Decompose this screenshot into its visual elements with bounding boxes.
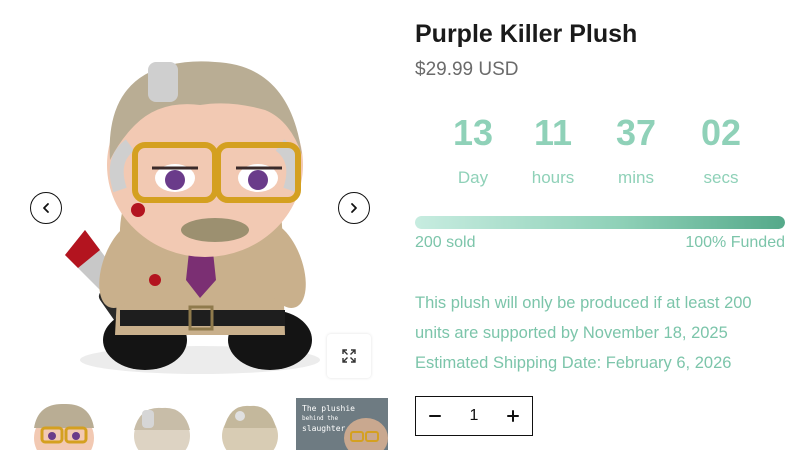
zoom-image-button[interactable]: [327, 334, 371, 378]
product-gallery: The plushie behind the slaughter: [0, 0, 400, 450]
minus-icon: [429, 415, 441, 417]
countdown-mins: 37 mins: [591, 110, 681, 188]
plus-icon: [507, 410, 519, 422]
thumbnail-2[interactable]: [112, 398, 204, 450]
funded-percent: 100% Funded: [685, 234, 785, 251]
quantity-stepper: [415, 396, 533, 436]
production-notice: This plush will only be produced if at l…: [415, 288, 800, 378]
product-title: Purple Killer Plush: [415, 20, 638, 48]
countdown-timer: 13 Day 11 hours 37 mins 02 secs: [415, 110, 785, 200]
shipping-date: Estimated Shipping Date: February 6, 202…: [415, 354, 732, 372]
notice-line-1: This plush will only be produced if at l…: [415, 294, 752, 312]
thumbnail-3[interactable]: [204, 398, 296, 450]
product-info: Purple Killer Plush $29.99 USD 13 Day 11…: [415, 0, 800, 450]
units-sold: 200 sold: [415, 234, 476, 251]
countdown-days-value: 13: [452, 112, 494, 153]
chevron-right-icon: [351, 203, 357, 213]
countdown-mins-value: 37: [615, 112, 657, 153]
countdown-hours-label: hours: [531, 168, 575, 187]
notice-line-2: units are supported by November 18, 2025: [415, 324, 728, 342]
countdown-days-label: Day: [457, 168, 489, 187]
decrease-quantity-button[interactable]: [416, 397, 454, 435]
thumbnail-1[interactable]: [18, 398, 110, 450]
product-main-image: [40, 40, 360, 385]
countdown-hours-value: 11: [533, 112, 573, 153]
countdown-days: 13 Day: [428, 110, 518, 188]
countdown-secs-value: 02: [700, 112, 742, 153]
countdown-mins-label: mins: [618, 168, 654, 187]
product-price: $29.99 USD: [415, 59, 519, 80]
previous-image-button[interactable]: [30, 192, 62, 224]
quantity-input[interactable]: [456, 397, 492, 435]
funding-progress-bar: [415, 216, 785, 229]
funding-progress-fill: [415, 216, 785, 229]
chevron-left-icon: [43, 203, 49, 213]
countdown-secs: 02 secs: [676, 110, 766, 188]
next-image-button[interactable]: [338, 192, 370, 224]
increase-quantity-button[interactable]: [494, 397, 532, 435]
expand-icon: [342, 349, 356, 363]
countdown-hours: 11 hours: [508, 110, 598, 188]
countdown-secs-label: secs: [703, 168, 739, 187]
thumbnail-strip: The plushie behind the slaughter: [0, 398, 400, 450]
thumbnail-caption: The plushie behind the slaughter: [302, 404, 355, 433]
thumbnail-4[interactable]: The plushie behind the slaughter: [296, 398, 388, 450]
